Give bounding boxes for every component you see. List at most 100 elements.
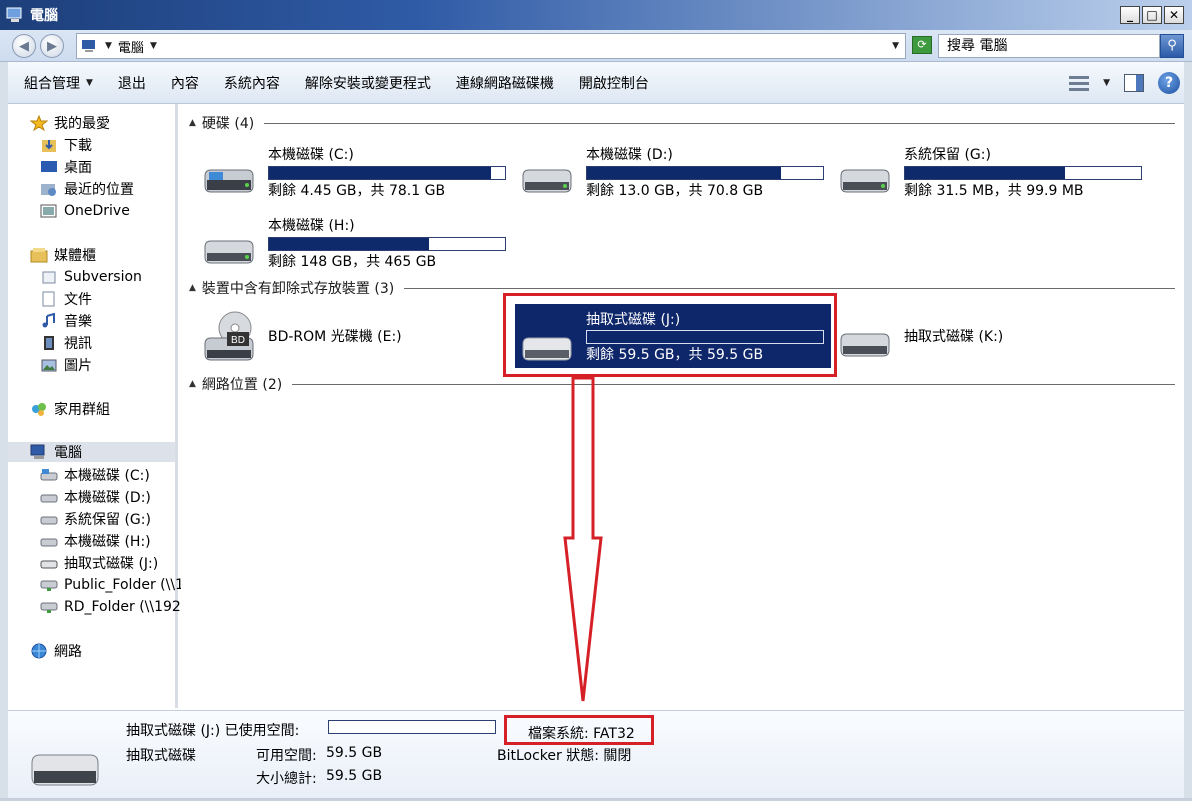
drive-usage-bar xyxy=(904,166,1142,180)
sidebar-item-rd-folder[interactable]: RD_Folder (\\192.1 xyxy=(40,597,194,617)
help-icon[interactable]: ? xyxy=(1158,72,1180,94)
sidebar-item-downloads[interactable]: 下載 xyxy=(40,135,92,155)
annotation-arrow-icon xyxy=(563,376,603,702)
available-space-label: 可用空間: xyxy=(256,748,317,764)
chevron-down-icon[interactable]: ▼ xyxy=(105,41,112,51)
highlight-box-file-system xyxy=(504,715,654,745)
library-icon xyxy=(30,247,48,263)
bd-rom-icon: BD xyxy=(204,311,254,361)
drive-tile-d[interactable]: 本機磁碟 (D:) 剩餘 13.0 GB，共 70.8 GB xyxy=(499,144,824,204)
breadcrumb-computer[interactable]: 電腦 xyxy=(118,37,144,56)
window-frame-left xyxy=(0,62,8,801)
uninstall-program-button[interactable]: 解除安裝或變更程式 xyxy=(305,73,431,93)
desktop-icon xyxy=(40,159,58,175)
homegroup-icon xyxy=(30,401,48,417)
removable-drive-icon xyxy=(31,754,99,786)
documents-icon xyxy=(40,291,58,307)
group-header-network[interactable]: ▲ 網路位置 (2) xyxy=(189,374,1175,394)
details-pane: 抽取式磁碟 (J:) 已使用空間: 抽取式磁碟 可用空間: 59.5 GB 大小… xyxy=(8,710,1184,798)
chevron-down-icon[interactable]: ▼ xyxy=(150,41,157,51)
drive-tile-h[interactable]: 本機磁碟 (H:) 剩餘 148 GB，共 465 GB xyxy=(181,215,506,275)
search-input[interactable]: 搜尋 電腦 xyxy=(938,34,1160,58)
computer-icon xyxy=(82,40,95,52)
group-header-hdd[interactable]: ▲ 硬碟 (4) xyxy=(189,113,1175,133)
star-icon xyxy=(29,114,49,132)
sidebar-item-drive-g[interactable]: 系統保留 (G:) xyxy=(40,509,151,529)
sidebar-item-documents[interactable]: 文件 xyxy=(40,289,92,309)
hard-drive-icon xyxy=(522,169,572,193)
network-globe-icon xyxy=(30,643,48,659)
address-bar: ◀ ▶ ▼ 電腦 ▼ ▼ ⟳ 搜尋 電腦 ⚲ xyxy=(0,30,1192,62)
change-view-icon[interactable] xyxy=(1069,74,1090,92)
download-folder-icon xyxy=(40,137,58,153)
properties-button[interactable]: 內容 xyxy=(171,73,199,93)
sidebar-item-public-folder[interactable]: Public_Folder (\\19 xyxy=(40,575,193,595)
drive-tile-g[interactable]: 系統保留 (G:) 剩餘 31.5 MB，共 99.9 MB xyxy=(817,144,1142,204)
forward-button[interactable]: ▶ xyxy=(40,34,64,58)
window-title: 電腦 xyxy=(30,8,58,24)
search-icon[interactable]: ⚲ xyxy=(1160,34,1184,58)
computer-icon xyxy=(6,7,24,23)
details-title: 抽取式磁碟 (J:) 已使用空間: xyxy=(126,723,300,739)
svg-text:BD: BD xyxy=(231,335,245,346)
hard-drive-icon xyxy=(840,169,890,193)
window-frame-right xyxy=(1184,62,1192,801)
eject-button[interactable]: 退出 xyxy=(118,73,146,93)
drive-tile-k[interactable]: 抽取式磁碟 (K:) xyxy=(817,304,1127,364)
sidebar-item-pictures[interactable]: 圖片 xyxy=(40,355,92,375)
sidebar-item-drive-d[interactable]: 本機磁碟 (D:) xyxy=(40,487,151,507)
sidebar-item-homegroup[interactable]: 家用群組 xyxy=(30,399,110,419)
sidebar-item-computer[interactable]: 電腦 xyxy=(8,442,175,462)
breadcrumb[interactable]: ▼ 電腦 ▼ ▼ xyxy=(76,33,906,59)
sidebar-item-drive-j[interactable]: 抽取式磁碟 (J:) xyxy=(40,553,158,573)
removable-drive-icon xyxy=(40,555,58,571)
sidebar-item-onedrive[interactable]: OneDrive xyxy=(40,201,130,221)
chevron-down-icon[interactable]: ▼ xyxy=(1103,78,1110,88)
windows-drive-icon xyxy=(40,467,58,483)
collapse-icon[interactable]: ▲ xyxy=(189,118,196,128)
sidebar-item-libraries[interactable]: 媒體櫃 xyxy=(30,245,96,265)
sidebar-item-network[interactable]: 網路 xyxy=(30,641,82,661)
map-network-drive-button[interactable]: 連線網路磁碟機 xyxy=(456,73,554,93)
video-icon xyxy=(40,335,58,351)
total-size-value: 59.5 GB xyxy=(326,768,383,784)
drive-usage-bar xyxy=(268,237,506,251)
back-button[interactable]: ◀ xyxy=(12,34,36,58)
removable-drive-icon xyxy=(840,333,890,357)
system-properties-button[interactable]: 系統內容 xyxy=(224,73,280,93)
chevron-down-icon: ▼ xyxy=(86,77,93,88)
drive-tile-c[interactable]: 本機磁碟 (C:) 剩餘 4.45 GB，共 78.1 GB xyxy=(181,144,506,204)
available-space-value: 59.5 GB xyxy=(326,745,383,761)
minimize-button[interactable]: _ xyxy=(1120,6,1140,24)
sidebar-item-drive-c[interactable]: 本機磁碟 (C:) xyxy=(40,465,150,485)
sidebar-item-favorites[interactable]: 我的最愛 xyxy=(29,113,110,133)
sidebar-item-recent-places[interactable]: 最近的位置 xyxy=(40,179,134,199)
sidebar-item-videos[interactable]: 視訊 xyxy=(40,333,92,353)
navigation-pane: 我的最愛 下載 桌面 最近的位置 OneDrive 媒體櫃 Subversion… xyxy=(8,104,194,708)
hard-drive-icon xyxy=(40,511,58,527)
collapse-icon[interactable]: ▲ xyxy=(189,283,196,293)
drive-tile-e[interactable]: BD BD-ROM 光碟機 (E:) xyxy=(181,304,491,364)
network-drive-icon xyxy=(40,577,58,593)
sidebar-item-music[interactable]: 音樂 xyxy=(40,311,92,331)
onedrive-icon xyxy=(40,203,58,219)
open-control-panel-button[interactable]: 開啟控制台 xyxy=(579,73,649,93)
library-folder-icon xyxy=(40,269,58,285)
close-button[interactable]: ✕ xyxy=(1164,6,1184,24)
preview-pane-icon[interactable] xyxy=(1124,74,1144,92)
recent-places-icon xyxy=(40,181,58,197)
hard-drive-icon xyxy=(40,533,58,549)
address-history-dropdown[interactable]: ▼ xyxy=(892,41,899,51)
organize-menu[interactable]: 組合管理 ▼ xyxy=(24,73,93,93)
command-bar: 組合管理 ▼ 退出 內容 系統內容 解除安裝或變更程式 連線網路磁碟機 開啟控制台… xyxy=(0,62,1192,104)
network-drive-icon xyxy=(40,599,58,615)
total-size-label: 大小總計: xyxy=(256,771,317,787)
collapse-icon[interactable]: ▲ xyxy=(189,379,196,389)
maximize-button[interactable]: □ xyxy=(1142,6,1162,24)
sidebar-item-subversion[interactable]: Subversion xyxy=(40,267,142,287)
bitlocker-status: BitLocker 狀態: 關閉 xyxy=(497,748,632,764)
refresh-button[interactable]: ⟳ xyxy=(912,36,932,54)
sidebar-item-desktop[interactable]: 桌面 xyxy=(40,157,92,177)
sidebar-item-drive-h[interactable]: 本機磁碟 (H:) xyxy=(40,531,151,551)
used-space-bar xyxy=(328,720,496,734)
